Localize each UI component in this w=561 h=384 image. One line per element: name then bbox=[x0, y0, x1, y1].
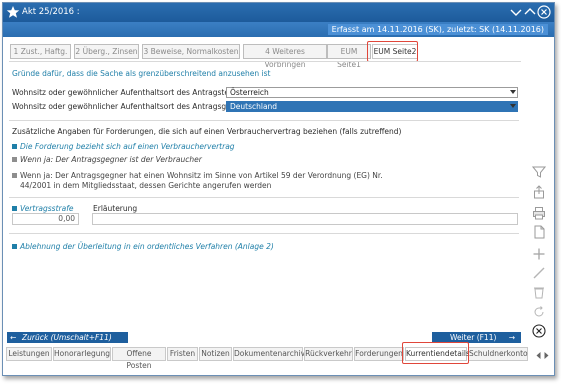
chevron-up-icon[interactable] bbox=[523, 5, 537, 19]
tab-forderungen[interactable]: Forderungen bbox=[354, 347, 404, 361]
print-icon[interactable] bbox=[532, 206, 546, 220]
info-bar: Erfasst am 14.11.2016 (SK), zuletzt: SK … bbox=[3, 22, 554, 37]
applicant-residence-label: Wohnsitz oder gewöhnlicher Aufenthaltsor… bbox=[12, 88, 245, 97]
respondent-domicile-checkbox[interactable] bbox=[12, 173, 17, 178]
chevron-down-icon[interactable] bbox=[509, 5, 523, 19]
tab-honorarlegung[interactable]: Honorarlegung bbox=[53, 347, 111, 361]
star-icon[interactable] bbox=[6, 5, 20, 19]
explanation-input[interactable] bbox=[92, 213, 518, 225]
consumer-contract-heading: Zusätzliche Angaben für Forderungen, die… bbox=[12, 127, 402, 136]
back-button[interactable]: ← Zurück (Umschalt+F11) bbox=[7, 332, 128, 343]
arrow-left-icon: ← bbox=[10, 333, 17, 342]
reject-transfer-checkbox[interactable] bbox=[12, 244, 17, 249]
divider bbox=[9, 120, 519, 121]
respondent-residence-label: Wohnsitz oder gewöhnlicher Aufenthaltsor… bbox=[12, 102, 252, 111]
tab-weiteres-vorbringen[interactable]: 4 Weiteres Vorbringen bbox=[243, 44, 327, 69]
tab-zust-haftg[interactable]: 1 Zust., Haftg. bbox=[10, 44, 71, 59]
delete-icon[interactable] bbox=[532, 285, 546, 299]
document-icon[interactable] bbox=[532, 225, 546, 239]
respondent-residence-select[interactable]: Deutschland bbox=[226, 101, 518, 112]
add-icon[interactable] bbox=[532, 247, 546, 261]
contract-penalty-checkbox[interactable] bbox=[12, 206, 17, 211]
close-window-icon[interactable] bbox=[537, 5, 551, 19]
tab-fristen[interactable]: Fristen bbox=[167, 347, 198, 361]
divider bbox=[9, 233, 519, 234]
respondent-consumer-label: Wenn ja: Der Antragsgegner ist der Verbr… bbox=[20, 155, 202, 164]
scroll-left-icon[interactable] bbox=[536, 350, 541, 361]
chevron-down-icon bbox=[510, 90, 516, 94]
reject-transfer-label: Ablehnung der Überleitung in ein ordentl… bbox=[20, 242, 274, 251]
close-icon[interactable] bbox=[532, 324, 546, 338]
contract-penalty-label: Vertragsstrafe bbox=[20, 204, 74, 213]
tab-schuldnerkonto[interactable]: Schuldnerkonto bbox=[468, 347, 528, 361]
tab-ueberg-zinsen[interactable]: 2 Überg., Zinsen bbox=[74, 44, 139, 59]
tab-divider bbox=[9, 61, 521, 62]
tab-notizen[interactable]: Notizen bbox=[199, 347, 232, 361]
tab-eum-seite1[interactable]: EUM Seite1 bbox=[327, 44, 371, 69]
section-crossborder-heading: Gründe dafür, dass die Sache als grenzüb… bbox=[12, 69, 271, 78]
chevron-down-icon bbox=[510, 104, 516, 108]
tab-highlight bbox=[367, 41, 418, 62]
tab-rueckverkehr[interactable]: Rückverkehr bbox=[304, 347, 353, 361]
main-window: Akt 25/2016 : Erfasst am 14.11.2016 (SK)… bbox=[2, 2, 555, 376]
tab-offene-posten[interactable]: Offene Posten bbox=[112, 347, 166, 370]
filter-icon[interactable] bbox=[532, 165, 546, 179]
bottom-tab-strip: Leistungen Honorarlegung Offene Posten F… bbox=[3, 347, 554, 370]
tab-beweise-normalkosten[interactable]: 3 Beweise, Normalkosten bbox=[142, 44, 240, 59]
arrow-right-icon: → bbox=[508, 333, 515, 342]
title-bar: Akt 25/2016 : bbox=[3, 3, 554, 22]
consumer-contract-label: Die Forderung bezieht sich auf einen Ver… bbox=[20, 142, 235, 151]
explanation-label: Erläuterung bbox=[93, 204, 138, 213]
tab-dokumentenarchiv[interactable]: Dokumentenarchiv bbox=[233, 347, 305, 361]
share-icon[interactable] bbox=[532, 185, 546, 199]
scroll-right-icon[interactable] bbox=[544, 350, 549, 361]
respondent-consumer-checkbox[interactable] bbox=[12, 157, 17, 162]
respondent-domicile-label-line2: 44/2001 in dem Mitgliedsstaat, dessen Ge… bbox=[20, 181, 272, 190]
record-info: Erfasst am 14.11.2016 (SK), zuletzt: SK … bbox=[327, 24, 548, 35]
tab-leistungen[interactable]: Leistungen bbox=[6, 347, 52, 361]
refresh-icon[interactable] bbox=[532, 305, 546, 319]
contract-penalty-input[interactable]: 0,00 bbox=[12, 213, 79, 225]
bottom-tab-highlight bbox=[402, 342, 469, 364]
applicant-residence-select[interactable]: Österreich bbox=[226, 87, 518, 98]
respondent-domicile-label-line1: Wenn ja: Der Antragsgegner hat einen Woh… bbox=[20, 171, 383, 180]
window-title: Akt 25/2016 : bbox=[22, 7, 80, 17]
consumer-contract-checkbox[interactable] bbox=[12, 144, 17, 149]
divider bbox=[9, 197, 519, 198]
edit-icon[interactable] bbox=[532, 266, 546, 280]
